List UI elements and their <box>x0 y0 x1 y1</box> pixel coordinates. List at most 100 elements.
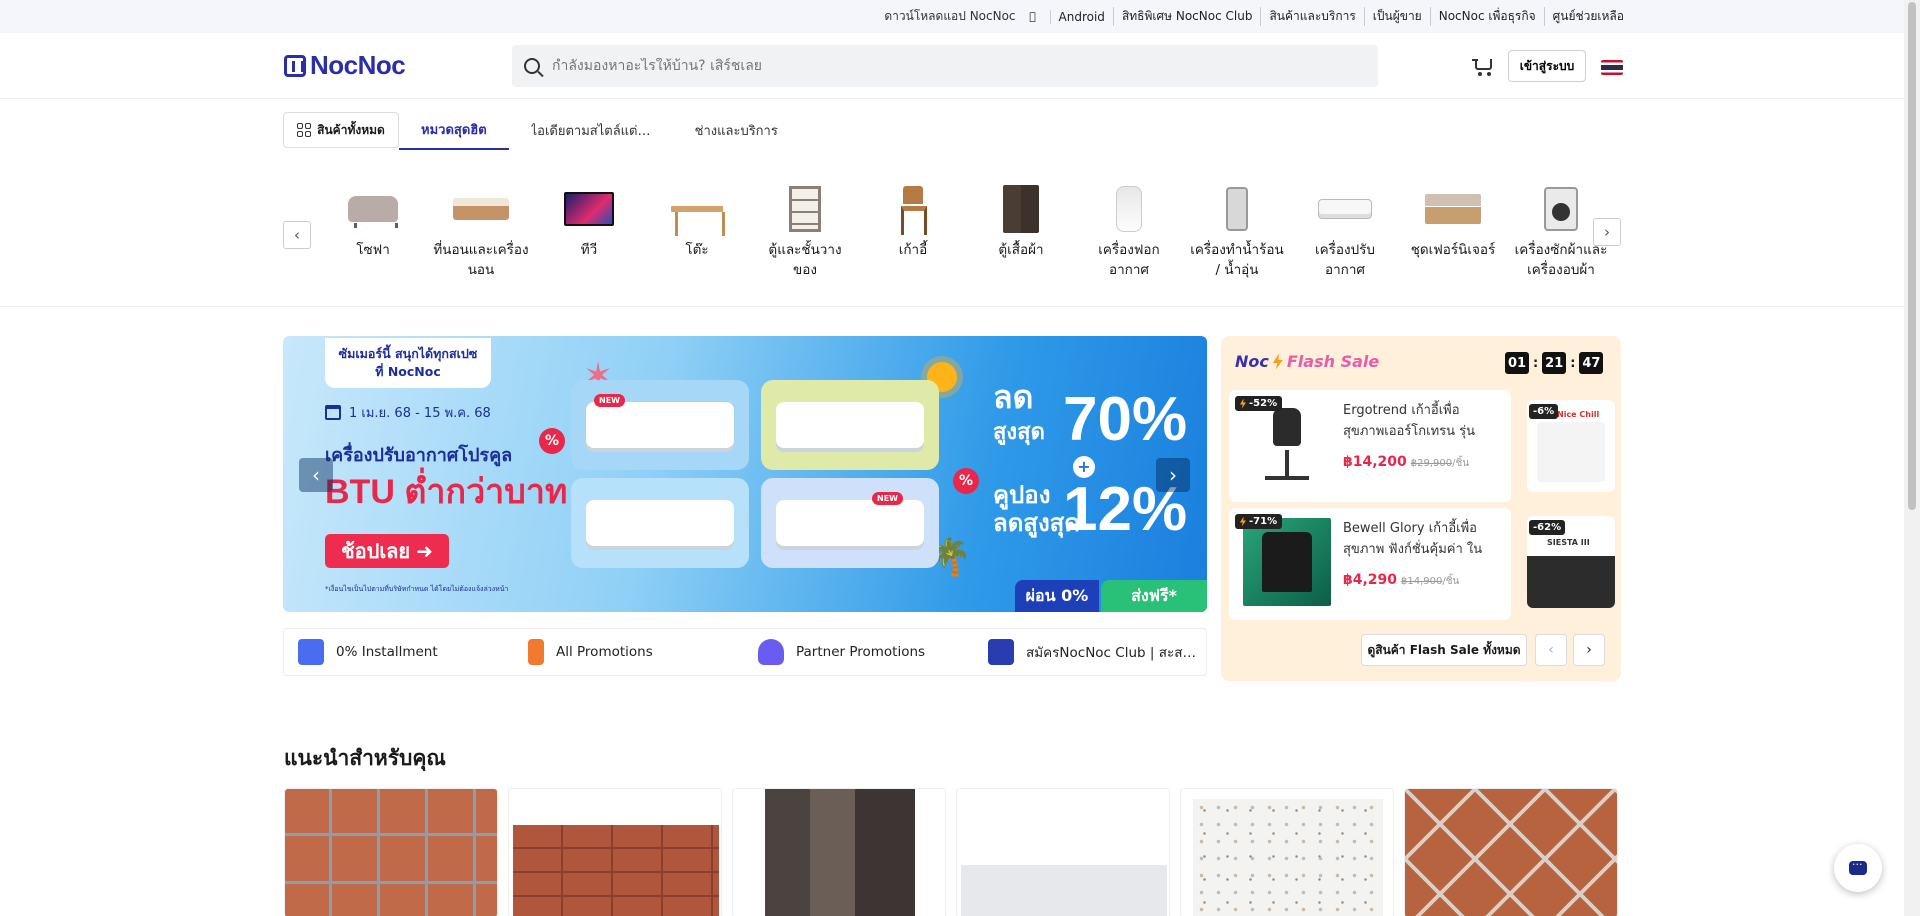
flash-sale-mini-card[interactable]: SIESTA III -62% <box>1527 516 1615 608</box>
lightning-icon <box>1272 353 1283 370</box>
hero-discount-label: ลด สูงสุด <box>993 379 1045 444</box>
office-chair-image <box>1243 398 1331 490</box>
category-item-tv[interactable]: ทีวี <box>539 176 639 292</box>
category-nav: สินค้าทั้งหมด หมวดสุดฮิต ไอเดียตามสไตล์แ… <box>283 110 800 150</box>
top-utility-bar: ดาวน์โหลดแอป NocNoc  Android สิทธิพิเศษ… <box>0 0 1920 33</box>
topbar-link-business[interactable]: NocNoc เพื่อธุรกิจ <box>1429 7 1536 26</box>
hero-shop-button[interactable]: ช้อปเลย ➜ <box>325 534 449 568</box>
flash-sale-card[interactable]: -71% Bewell Glory เก้าอี้เพื่อสุขภาพ ฟัง… <box>1229 508 1511 620</box>
product-name: Ergotrend เก้าอี้เพื่อสุขภาพเออร์โกเทรน … <box>1343 403 1476 439</box>
category-prev-button[interactable]: ‹ <box>283 221 311 249</box>
office-chair-image <box>1243 516 1331 608</box>
recommend-section-title: แนะนำสำหรับคุณ <box>284 746 446 770</box>
android-link[interactable]: Android <box>1049 9 1105 24</box>
hero-campaign-badge: ซัมเมอร์นี้ สนุกได้ทุกสเปซ ที่ NocNoc <box>325 338 491 388</box>
flash-sale-title: Noc Flash Sale <box>1235 352 1380 371</box>
category-item-shelf[interactable]: ตู้และชั้นวางของ <box>755 176 855 292</box>
thai-flag-icon[interactable] <box>1601 60 1623 75</box>
logo-text: NocNoc <box>310 50 406 80</box>
calendar-icon <box>325 405 341 420</box>
recommend-product-card[interactable] <box>956 788 1170 916</box>
all-products-button[interactable]: สินค้าทั้งหมด <box>283 112 399 148</box>
cart-icon[interactable] <box>1472 56 1494 76</box>
furniture-set-image <box>1425 194 1481 224</box>
category-item-air-conditioner[interactable]: เครื่องปรับอากาศ <box>1295 176 1395 292</box>
percent-badge-icon: % <box>953 468 979 494</box>
search-input[interactable] <box>552 58 1312 74</box>
air-purifier-image <box>1116 186 1142 232</box>
water-heater-image <box>1226 187 1248 231</box>
hero-discount-value: 70% <box>1063 385 1188 454</box>
flash-sale-card[interactable]: -52% Ergotrend เก้าอี้เพื่อสุขภาพเออร์โก… <box>1229 390 1511 502</box>
chat-button[interactable] <box>1834 844 1882 892</box>
partner-handshake-icon <box>758 639 784 665</box>
flash-sale-mini-card[interactable]: Nice Chill -6% <box>1527 400 1615 492</box>
category-item-wardrobe[interactable]: ตู้เสื้อผ้า <box>971 176 1071 292</box>
flash-sale-view-all-button[interactable]: ดูสินค้า Flash Sale ทั้งหมด <box>1361 634 1527 666</box>
bed-image <box>453 198 509 220</box>
page-scrollbar[interactable] <box>1904 0 1920 916</box>
download-app-text: ดาวน์โหลดแอป NocNoc <box>884 9 1016 23</box>
chair-image <box>900 186 927 235</box>
tab-style-ideas[interactable]: ไอเดียตามสไตล์แต่งบ้าน <box>509 110 673 150</box>
category-item-bedding[interactable]: ที่นอนและเครื่องนอน <box>431 176 531 292</box>
installment-pill: ผ่อน 0% <box>1015 580 1099 612</box>
tab-popular[interactable]: หมวดสุดฮิต <box>399 110 509 150</box>
sofa-image <box>348 196 398 228</box>
tv-image <box>564 192 614 226</box>
hero-next-button[interactable]: › <box>1156 458 1190 492</box>
topbar-link-services[interactable]: สินค้าและบริการ <box>1260 7 1356 26</box>
washer-image <box>1544 187 1578 231</box>
percent-badge-icon: % <box>539 428 565 454</box>
section-divider <box>0 306 1904 307</box>
topbar-link-seller[interactable]: เป็นผู้ขาย <box>1363 7 1422 26</box>
search-icon[interactable] <box>524 58 540 74</box>
site-header: NocNoc เข้าสู่ระบบ <box>0 33 1920 99</box>
category-item-sofa[interactable]: โซฟา <box>323 176 423 292</box>
recommend-product-card[interactable] <box>508 788 722 916</box>
chat-icon <box>1849 858 1867 875</box>
search-bar[interactable] <box>512 45 1378 87</box>
promo-partner[interactable]: Partner Promotions <box>750 634 966 670</box>
flash-sale-prev-button[interactable]: ‹ <box>1535 634 1567 666</box>
recommend-product-card[interactable] <box>284 788 498 916</box>
flash-sale-next-button[interactable]: › <box>1573 634 1605 666</box>
category-item-furniture-set[interactable]: ชุดเฟอร์นิเจอร์ <box>1403 176 1503 292</box>
grid-icon <box>297 123 312 137</box>
category-carousel: ‹ โซฟา ที่นอนและเครื่องนอน ทีวี โต๊ะ ตู้… <box>283 176 1623 294</box>
air-conditioner-product: NEW <box>571 380 749 470</box>
category-next-button[interactable]: › <box>1593 218 1621 246</box>
wardrobe-image <box>1003 185 1039 233</box>
recommend-product-card[interactable] <box>732 788 946 916</box>
hero-banner[interactable]: ซัมเมอร์นี้ สนุกได้ทุกสเปซ ที่ NocNoc 1 … <box>283 336 1207 612</box>
discount-badge: -62% <box>1529 520 1566 535</box>
apple-icon[interactable]:  <box>1024 9 1042 25</box>
hero-headline: BTU ต่ำกว่าบาท <box>325 473 568 511</box>
recommend-product-card[interactable] <box>1404 788 1618 916</box>
tab-services[interactable]: ช่างและบริการ <box>673 110 800 150</box>
topbar-link-club[interactable]: สิทธิพิเศษ NocNoc Club <box>1112 7 1252 26</box>
category-item-water-heater[interactable]: เครื่องทำน้ำร้อน / น้ำอุ่น <box>1187 176 1287 292</box>
hero-prev-button[interactable]: ‹ <box>299 458 333 492</box>
product-price: ฿4,290 ฿14,900/ชิ้น <box>1343 572 1460 588</box>
flash-sale-countdown: 01: 21: 47 <box>1505 352 1604 374</box>
promo-club[interactable]: สมัครNocNoc Club | สะสมแต้มแลกของ <box>980 634 1196 670</box>
nocnoc-logo-icon <box>284 54 306 77</box>
discount-badge: -52% <box>1235 396 1283 411</box>
promo-all-promotions[interactable]: All Promotions <box>520 634 736 670</box>
nocnoc-logo[interactable]: NocNoc <box>284 50 420 81</box>
discount-badge: -6% <box>1529 404 1559 419</box>
category-item-air-purifier[interactable]: เครื่องฟอกอากาศ <box>1079 176 1179 292</box>
promotion-tag-icon <box>528 639 544 665</box>
flash-sale-panel: Noc Flash Sale 01: 21: 47 -52% Ergotrend… <box>1221 336 1621 681</box>
login-button[interactable]: เข้าสู่ระบบ <box>1508 50 1586 82</box>
category-item-chair[interactable]: เก้าอี้ <box>863 176 963 292</box>
product-price: ฿14,200 ฿29,900/ชิ้น <box>1343 454 1470 470</box>
air-conditioner-image <box>1318 199 1372 219</box>
promo-installment[interactable]: 0% Installment <box>290 634 506 670</box>
topbar-link-help[interactable]: ศูนย์ช่วยเหลือ <box>1543 7 1624 26</box>
category-item-table[interactable]: โต๊ะ <box>647 176 747 292</box>
promo-shortcuts: 0% Installment All Promotions Partner Pr… <box>283 628 1207 676</box>
hero-date-range: 1 เม.ย. 68 - 15 พ.ค. 68 <box>325 402 491 423</box>
recommend-product-card[interactable] <box>1180 788 1394 916</box>
